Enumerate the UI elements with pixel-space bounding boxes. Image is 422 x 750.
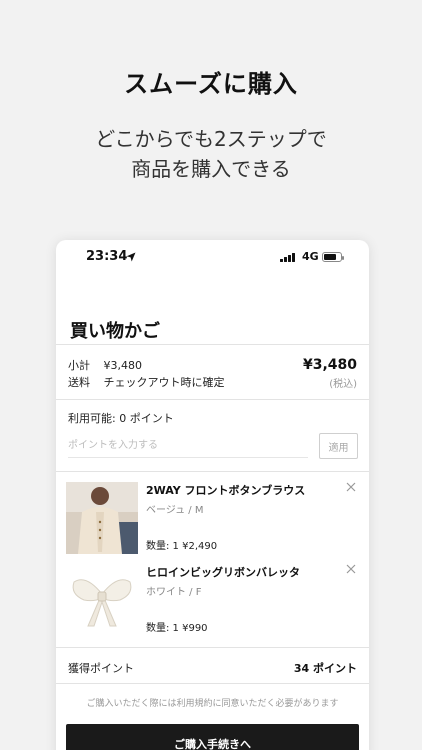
subtotal-value: ¥3,480 — [103, 359, 143, 372]
promo-subline: どこからでも2ステップで 商品を購入できる — [0, 124, 422, 184]
subtotal-row: 小計 ¥3,480 — [68, 357, 142, 373]
divider — [56, 647, 369, 648]
item-name[interactable]: ヒロインビッグリボンバレッタ — [146, 564, 300, 580]
divider — [56, 344, 369, 345]
shipping-label: 送料 — [68, 376, 90, 389]
item-variant: ベージュ / M — [146, 505, 204, 516]
tax-note: (税込) — [329, 379, 357, 390]
battery-icon — [322, 252, 344, 262]
promo-subline-line-1: どこからでも2ステップで — [95, 127, 327, 151]
checkout-button[interactable]: ご購入手続きへ — [66, 724, 359, 750]
promo-subline-line-2: 商品を購入できる — [131, 157, 291, 181]
page-title: 買い物かご — [70, 321, 160, 342]
shipping-value: チェックアウト時に確定 — [103, 376, 225, 389]
location-arrow-icon — [126, 252, 136, 262]
points-available: 利用可能: 0 ポイント — [68, 412, 174, 425]
points-input[interactable] — [68, 434, 308, 458]
divider — [56, 471, 369, 472]
cart-total: ¥3,480 — [302, 357, 357, 373]
apply-points-button[interactable]: 適用 — [319, 433, 358, 459]
item-qty-price: 数量: 1 ¥990 — [146, 623, 208, 634]
status-bar: 23:34 4G — [56, 249, 369, 269]
item-variant: ホワイト / F — [146, 587, 202, 598]
divider — [56, 683, 369, 684]
status-time: 23:34 — [86, 249, 128, 264]
network-type: 4G — [302, 250, 319, 263]
terms-notice: ご購入いただく際には利用規約に同意いただく必要があります — [86, 699, 339, 709]
item-qty-price: 数量: 1 ¥2,490 — [146, 541, 218, 552]
shipping-row: 送料 チェックアウト時に確定 — [68, 374, 225, 390]
ribbon-product-image — [66, 564, 138, 636]
close-icon[interactable] — [346, 482, 356, 492]
divider — [56, 399, 369, 400]
signal-icon — [280, 252, 295, 262]
earned-points-value: 34 ポイント — [293, 662, 357, 675]
subtotal-label: 小計 — [68, 359, 90, 372]
blouse-product-image — [66, 482, 138, 554]
earned-points-label: 獲得ポイント — [68, 662, 134, 675]
phone-screen: 23:34 4G 買い物かご 小計 ¥3,480 送料 チェックアウト時に確定 … — [56, 240, 369, 750]
promo-headline: スムーズに購入 — [124, 70, 298, 98]
close-icon[interactable] — [346, 564, 356, 574]
item-name[interactable]: 2WAY フロントボタンブラウス — [146, 482, 305, 498]
battery-level — [324, 254, 336, 260]
